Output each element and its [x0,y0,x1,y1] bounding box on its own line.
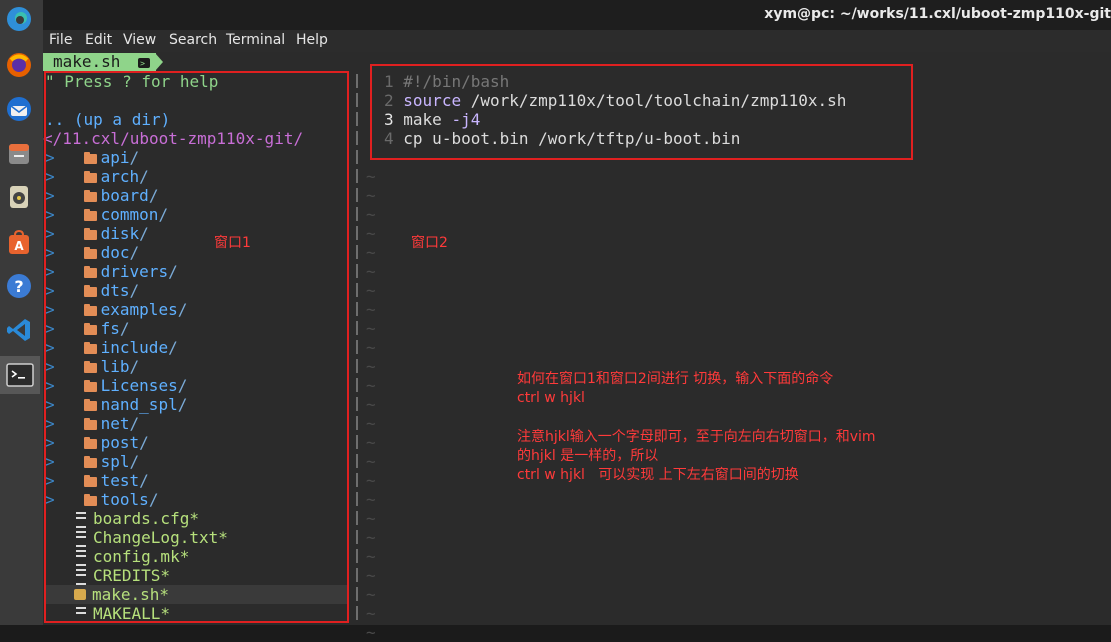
tilde-marker: ~ [366,490,376,509]
tilde-marker: ~ [366,319,376,338]
separator-segment [356,473,358,487]
tilde-marker: ~ [366,623,376,642]
separator-segment [356,188,358,202]
files-icon[interactable] [4,139,34,169]
separator-segment [356,226,358,240]
annotation-window2: 窗口2 [411,235,448,251]
menu-edit[interactable]: Edit [85,32,112,48]
tilde-marker: ~ [366,433,376,452]
firefox-icon[interactable] [4,50,34,80]
separator-segment [356,606,358,620]
menu-file[interactable]: File [49,32,72,48]
separator-segment [356,587,358,601]
terminal-icon[interactable] [0,356,40,394]
separator-segment [356,283,358,297]
window-titlebar: xym@pc: ~/works/11.cxl/uboot-zmp110x-git [43,0,1111,30]
separator-segment [356,245,358,259]
separator-segment [356,359,358,373]
shell-file-icon: > [138,57,151,68]
separator-segment [356,530,358,544]
menu-help[interactable]: Help [296,32,328,48]
separator-segment [356,150,358,164]
separator-segment [356,454,358,468]
tilde-marker: ~ [366,224,376,243]
separator-segment [356,321,358,335]
software-center-icon[interactable]: A [4,228,34,258]
help-icon[interactable]: ? [4,271,34,301]
tilde-marker: ~ [366,262,376,281]
tilde-marker: ~ [366,357,376,376]
separator-segment [356,74,358,88]
annotation-box-window2 [370,64,913,160]
tilde-marker: ~ [366,414,376,433]
separator-segment [356,207,358,221]
separator-segment [356,435,358,449]
tilde-marker: ~ [366,566,376,585]
annotation-note-1: 如何在窗口1和窗口2间进行 切换，输入下面的命令 [517,371,834,387]
tilde-marker: ~ [366,509,376,528]
tilde-marker: ~ [366,186,376,205]
separator-segment [356,93,358,107]
menu-view[interactable]: View [123,32,156,48]
tilde-marker: ~ [366,452,376,471]
separator-segment [356,549,358,563]
tilde-marker: ~ [366,528,376,547]
tab-make-sh[interactable]: make.sh > [43,52,157,71]
tilde-marker: ~ [366,547,376,566]
menu-terminal[interactable]: Terminal [226,32,285,48]
tilde-marker: ~ [366,205,376,224]
rhythmbox-icon[interactable] [4,182,34,212]
menu-bar: File Edit View Search Terminal Help [43,30,1111,52]
tilde-marker: ~ [366,338,376,357]
separator-segment [356,112,358,126]
tilde-marker: ~ [366,585,376,604]
menu-search[interactable]: Search [169,32,217,48]
tilde-marker: ~ [366,167,376,186]
tilde-marker: ~ [366,604,376,623]
tilde-marker: ~ [366,395,376,414]
separator-segment [356,340,358,354]
tilde-marker: ~ [366,281,376,300]
tilde-marker: ~ [366,376,376,395]
separator-segment [356,264,358,278]
annotation-window1: 窗口1 [214,235,251,251]
tab-separator-icon [155,53,163,71]
terminal-area[interactable]: make.sh > " Press ? for help .. (up a di… [43,52,1111,642]
separator-segment [356,492,358,506]
separator-segment [356,416,358,430]
annotation-note-4: 的hjkl 是一样的，所以 [517,448,659,464]
annotation-note-3: 注意hjkl输入一个字母即可，至于向左向右切窗口，和vim [517,429,876,445]
annotation-note-2: ctrl w hjkl [517,390,585,406]
svg-text:?: ? [14,277,23,296]
separator-segment [356,397,358,411]
tab-label: make.sh [53,52,121,71]
edge-browser-icon[interactable] [4,4,34,34]
separator-segment [356,131,358,145]
tilde-marker: ~ [366,300,376,319]
tilde-marker: ~ [366,243,376,262]
launcher-dock: A ? [0,0,43,625]
annotation-note-5: ctrl w hjkl 可以实现 上下左右窗口间的切换 [517,467,799,483]
separator-segment [356,568,358,582]
separator-segment [356,378,358,392]
svg-text:A: A [14,239,24,253]
separator-segment [356,511,358,525]
tilde-marker: ~ [366,471,376,490]
window-title: xym@pc: ~/works/11.cxl/uboot-zmp110x-git [764,6,1111,22]
separator-segment [356,169,358,183]
thunderbird-icon[interactable] [4,94,34,124]
vscode-icon[interactable] [4,315,34,345]
separator-segment [356,302,358,316]
annotation-box-window1 [44,71,349,623]
